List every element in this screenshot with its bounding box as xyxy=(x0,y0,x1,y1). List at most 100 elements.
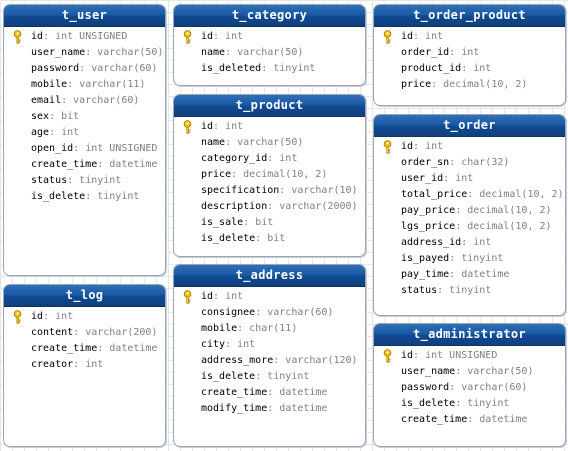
field-row[interactable]: create_time: datetime xyxy=(4,341,165,357)
table-t-log[interactable]: t_log id: int content: varchar(200) create… xyxy=(3,284,166,447)
field-row[interactable]: city: int xyxy=(174,337,365,353)
table-t-order-product[interactable]: t_order_product id: int order_id: int prod… xyxy=(373,4,566,106)
table-t-order[interactable]: t_order id: int order_sn: char(32) user_id… xyxy=(373,114,566,316)
field-row[interactable]: order_id: int xyxy=(374,45,565,61)
table-t-user[interactable]: t_user id: int UNSIGNED user_name: varcha… xyxy=(3,4,166,276)
field-row[interactable]: status: tinyint xyxy=(374,283,565,299)
field-row[interactable]: order_sn: char(32) xyxy=(374,155,565,171)
field-row[interactable]: lgs_price: decimal(10, 2) xyxy=(374,219,565,235)
table-t-administrator[interactable]: t_administrator id: int UNSIGNED user_nam… xyxy=(373,323,566,447)
field-name: name xyxy=(201,47,226,58)
field-row[interactable]: address_id: int xyxy=(374,235,565,251)
field-row[interactable]: address_more: varchar(120) xyxy=(174,353,365,369)
field-row[interactable]: description: varchar(2000) xyxy=(174,199,365,215)
field-separator: : xyxy=(61,95,74,106)
field-row[interactable]: is_sale: bit xyxy=(174,215,365,231)
field-row[interactable]: age: int xyxy=(4,125,165,141)
field-row[interactable]: password: varchar(60) xyxy=(374,380,565,396)
field-row[interactable]: user_name: varchar(50) xyxy=(4,45,165,61)
field-row[interactable]: password: varchar(60) xyxy=(4,61,165,77)
primary-key-field[interactable]: id: int xyxy=(174,29,365,45)
field-type: tinyint xyxy=(273,63,316,74)
field-row[interactable]: is_delete: tinyint xyxy=(374,396,565,412)
field-name: consignee xyxy=(201,307,256,318)
field-name: creator xyxy=(31,359,74,370)
field-name: status xyxy=(401,285,438,296)
field-type: tinyint xyxy=(449,285,492,296)
primary-key-field[interactable]: id: int xyxy=(174,119,365,135)
field-type: varchar(50) xyxy=(97,47,164,58)
field-name: name xyxy=(201,137,226,148)
field-name: address_more xyxy=(201,355,274,366)
field-row[interactable]: create_time: datetime xyxy=(4,157,165,173)
field-separator: : xyxy=(461,63,474,74)
field-type: tinyint xyxy=(267,371,310,382)
field-row[interactable]: create_time: datetime xyxy=(374,412,565,428)
field-row[interactable]: sex: bit xyxy=(4,109,165,125)
field-row[interactable]: create_time: datetime xyxy=(174,385,365,401)
field-name: id xyxy=(201,291,214,302)
field-row[interactable]: is_delete: tinyint xyxy=(174,369,365,385)
field-name: is_delete xyxy=(31,191,86,202)
field-separator: : xyxy=(267,201,280,212)
primary-key-field[interactable]: id: int xyxy=(174,289,365,305)
primary-key-field[interactable]: id: int UNSIGNED xyxy=(4,29,165,45)
field-separator: : xyxy=(97,343,110,354)
field-type: int xyxy=(55,311,74,322)
table-t-address[interactable]: t_address id: int consignee: varchar(60) m… xyxy=(173,264,366,447)
field-separator: : xyxy=(225,47,238,58)
field-row[interactable]: price: decimal(10, 2) xyxy=(174,167,365,183)
field-row[interactable]: consignee: varchar(60) xyxy=(174,305,365,321)
table-t-product[interactable]: t_product id: int name: varchar(50) catego… xyxy=(173,94,366,257)
field-row[interactable]: total_price: decimal(10, 2) xyxy=(374,187,565,203)
primary-key-field[interactable]: id: int xyxy=(374,29,565,45)
key-icon xyxy=(383,349,392,363)
field-type: varchar(10) xyxy=(291,185,358,196)
field-row[interactable]: name: varchar(50) xyxy=(174,135,365,151)
field-separator: : xyxy=(73,327,86,338)
field-type: decimal(10, 2) xyxy=(479,189,564,200)
table-title: t_order xyxy=(374,115,565,137)
primary-key-field[interactable]: id: int xyxy=(374,139,565,155)
field-row[interactable]: is_payed: tinyint xyxy=(374,251,565,267)
key-icon xyxy=(183,120,192,134)
field-row[interactable]: is_delete: tinyint xyxy=(4,189,165,205)
field-row[interactable]: is_delete: bit xyxy=(174,231,365,247)
key-icon xyxy=(183,30,192,44)
field-row[interactable]: category_id: int xyxy=(174,151,365,167)
field-list: id: int order_sn: char(32) user_id: int tot… xyxy=(374,137,565,299)
field-row[interactable]: creator: int xyxy=(4,357,165,373)
field-separator: : xyxy=(413,31,426,42)
field-row[interactable]: content: varchar(200) xyxy=(4,325,165,341)
field-separator: : xyxy=(261,63,274,74)
field-name: id xyxy=(201,121,214,132)
field-row[interactable]: user_id: int xyxy=(374,171,565,187)
field-row[interactable]: modify_time: datetime xyxy=(174,401,365,417)
field-row[interactable]: name: varchar(50) xyxy=(174,45,365,61)
field-name: create_time xyxy=(401,414,468,425)
field-row[interactable]: specification: varchar(10) xyxy=(174,183,365,199)
field-row[interactable]: is_deleted: tinyint xyxy=(174,61,365,77)
field-row[interactable]: email: varchar(60) xyxy=(4,93,165,109)
field-row[interactable]: price: decimal(10, 2) xyxy=(374,77,565,93)
table-title: t_order_product xyxy=(374,5,565,27)
primary-key-field[interactable]: id: int UNSIGNED xyxy=(374,348,565,364)
field-row[interactable]: mobile: char(11) xyxy=(174,321,365,337)
field-row[interactable]: open_id: int UNSIGNED xyxy=(4,141,165,157)
field-row[interactable]: product_id: int xyxy=(374,61,565,77)
field-separator: : xyxy=(443,173,456,184)
table-t-category[interactable]: t_category id: int name: varchar(50) is_de… xyxy=(173,4,366,86)
field-name: is_payed xyxy=(401,253,450,264)
field-row[interactable]: pay_price: decimal(10, 2) xyxy=(374,203,565,219)
field-separator: : xyxy=(79,63,92,74)
field-name: lgs_price xyxy=(401,221,456,232)
field-name: modify_time xyxy=(201,403,268,414)
field-row[interactable]: user_name: varchar(50) xyxy=(374,364,565,380)
field-list: id: int UNSIGNED user_name: varchar(50) pa… xyxy=(4,27,165,205)
key-icon xyxy=(13,30,22,44)
primary-key-field[interactable]: id: int xyxy=(4,309,165,325)
field-row[interactable]: mobile: varchar(11) xyxy=(4,77,165,93)
field-name: create_time xyxy=(31,159,98,170)
field-row[interactable]: status: tinyint xyxy=(4,173,165,189)
field-row[interactable]: pay_time: datetime xyxy=(374,267,565,283)
